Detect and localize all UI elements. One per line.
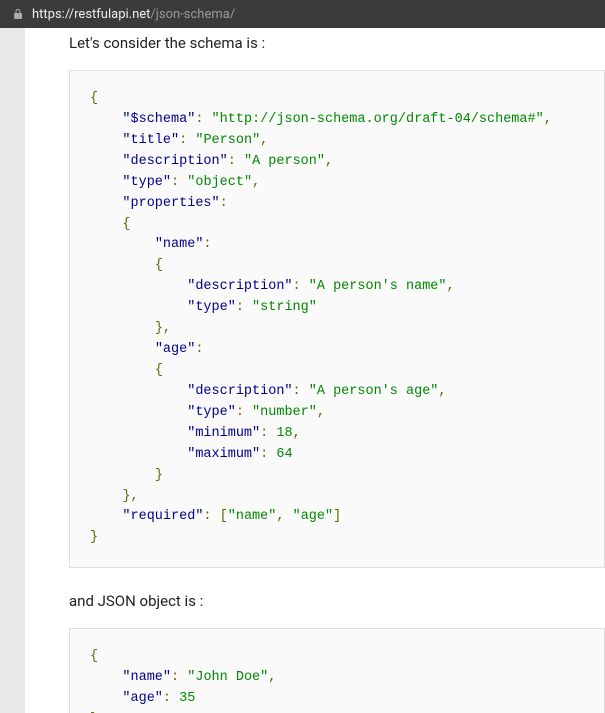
schema-name-description: A person's name [317, 279, 439, 294]
page-background: Let's consider the schema is : { "$schem… [0, 28, 605, 713]
json-name: John Doe [195, 670, 260, 685]
schema-age-maximum: 64 [276, 447, 292, 462]
schema-name-type: string [260, 300, 309, 315]
schema-description: A person [252, 154, 317, 169]
json-code-block: { "name": "John Doe", "age": 35 } [69, 628, 605, 713]
url-protocol: https:// [32, 7, 74, 22]
addressbar[interactable]: https://restfulapi.net/json-schema/ [0, 0, 605, 28]
schema-age-type: number [260, 405, 309, 420]
schema-required-0: name [236, 509, 268, 524]
content-area: Let's consider the schema is : { "$schem… [25, 28, 605, 713]
schema-schema: http://json-schema.org/draft-04/schema# [220, 112, 536, 127]
schema-title: Person [203, 133, 252, 148]
lock-icon [12, 8, 24, 20]
schema-age-description: A person's age [317, 384, 430, 399]
schema-required-1: age [301, 509, 325, 524]
json-intro-text: and JSON object is : [69, 592, 605, 610]
json-age: 35 [179, 691, 195, 706]
url-path: /json-schema/ [150, 7, 235, 22]
schema-age-minimum: 18 [276, 426, 292, 441]
url-domain: restfulapi.net [74, 7, 150, 22]
schema-type: object [195, 175, 244, 190]
schema-intro-text: Let's consider the schema is : [69, 34, 605, 52]
schema-code-block: { "$schema": "http://json-schema.org/dra… [69, 70, 605, 568]
